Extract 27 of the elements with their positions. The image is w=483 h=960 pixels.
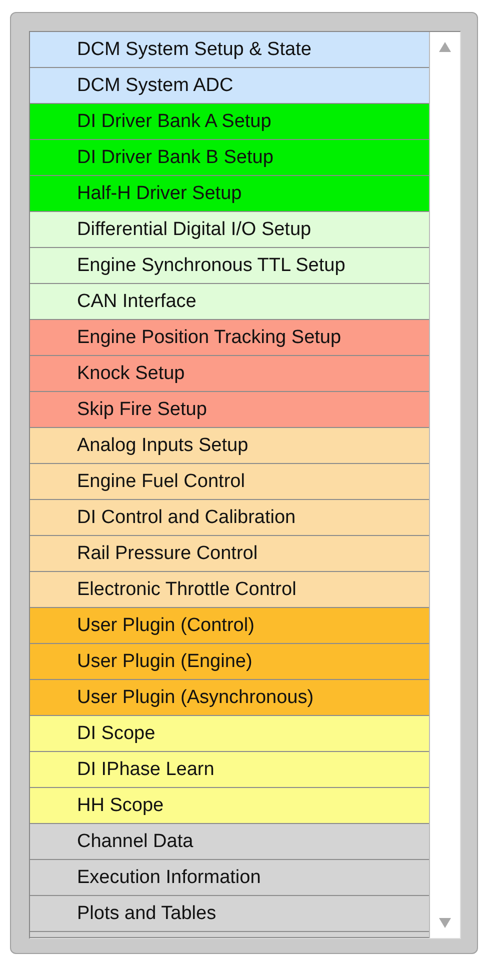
scroll-up-icon[interactable] [439,42,451,52]
list-item[interactable]: Half-H Driver Setup [30,176,429,212]
list-item[interactable]: Rail Pressure Control [30,536,429,572]
list-item[interactable]: DCM System ADC [30,68,429,104]
list-item[interactable]: DI Driver Bank A Setup [30,104,429,140]
list-item[interactable]: Engine Synchronous TTL Setup [30,248,429,284]
list-item[interactable]: Engine Fuel Control [30,464,429,500]
list-item[interactable]: Execution Information [30,860,429,896]
list-item[interactable]: Plots and Tables [30,896,429,932]
list-item[interactable]: User Plugin (Engine) [30,644,429,680]
list-item[interactable]: DCM System Setup & State [30,32,429,68]
list-item[interactable]: Electronic Throttle Control [30,572,429,608]
list-item[interactable]: Engine Position Tracking Setup [30,320,429,356]
list-item[interactable]: DI IPhase Learn [30,752,429,788]
list-item[interactable]: DI Driver Bank B Setup [30,140,429,176]
list-item[interactable]: Skip Fire Setup [30,392,429,428]
list-item[interactable]: DI Control and Calibration [30,500,429,536]
scroll-down-icon[interactable] [439,918,451,928]
list-item[interactable]: Analog Inputs Setup [30,428,429,464]
list-item[interactable]: Knock Setup [30,356,429,392]
list-item[interactable]: Channel Data [30,824,429,860]
list-item[interactable]: Differential Digital I/O Setup [30,212,429,248]
list-item[interactable]: HH Scope [30,788,429,824]
list-item[interactable]: DI Scope [30,716,429,752]
list-item[interactable]: CAN Interface [30,284,429,320]
list-item[interactable]: User Plugin (Asynchronous) [30,680,429,716]
list-item[interactable]: User Plugin (Control) [30,608,429,644]
